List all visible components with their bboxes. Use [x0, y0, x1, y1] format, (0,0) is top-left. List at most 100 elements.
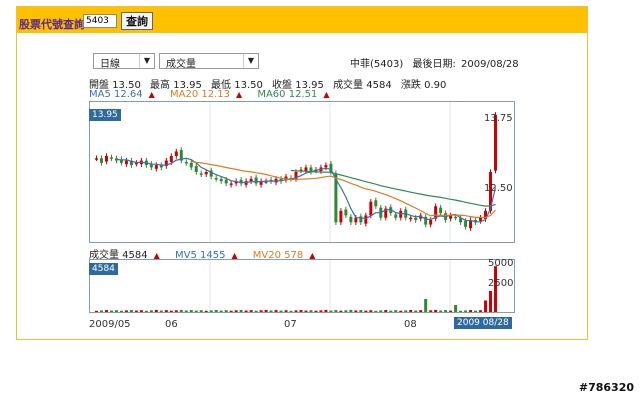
candle — [134, 162, 138, 165]
volume-bar — [169, 310, 173, 312]
volume-bar — [389, 310, 393, 312]
candle — [249, 178, 253, 182]
candle — [399, 210, 403, 218]
price-chart-panel — [89, 101, 515, 243]
volume-bar — [374, 310, 378, 312]
stock-header: 中菲(5403) 最後日期: 2009/08/28 — [350, 55, 525, 70]
volume-bar — [249, 310, 253, 312]
volume-bar — [234, 310, 238, 312]
candle — [184, 161, 188, 164]
volume-chart-panel — [89, 259, 515, 313]
volume-bar — [459, 310, 463, 312]
volume-bar — [464, 310, 468, 312]
volume-bar — [104, 310, 108, 312]
volume-bar — [304, 310, 308, 312]
volume-bar — [224, 310, 228, 312]
candle — [199, 173, 203, 175]
volume-bar — [184, 310, 188, 312]
volume-bar — [299, 310, 303, 312]
candle — [99, 158, 103, 163]
candle — [429, 220, 433, 225]
volume-bar — [94, 310, 98, 312]
price-chart — [94, 102, 498, 242]
candle — [369, 201, 373, 216]
candle — [414, 217, 418, 220]
candle — [214, 177, 218, 180]
up-arrow-icon: ▲ — [148, 90, 155, 99]
volume-bar — [194, 310, 198, 312]
volume-bar — [404, 310, 408, 312]
candle — [224, 179, 228, 184]
price-axis-label: 12.50 — [484, 183, 513, 194]
stock-chart-widget: 股票代號查詢 查詢 日線 ▼ 成交量 ▼ 中菲(5403) 最後日期: 2009… — [16, 6, 588, 340]
candle — [394, 214, 398, 218]
stock-code-input[interactable] — [83, 14, 117, 28]
candle — [104, 156, 108, 162]
volume-bar — [359, 310, 363, 312]
volume-bar — [479, 310, 483, 312]
candle — [354, 217, 358, 223]
volume-bar — [469, 310, 473, 312]
candle — [439, 207, 443, 214]
volume-bar — [419, 310, 423, 312]
ma5-value: MA5 12.64 — [89, 89, 143, 100]
volume-chart — [94, 260, 498, 312]
ma-legend: MA5 12.64 ▲ MA20 12.13 ▲ MA60 12.51 ▲ — [89, 89, 341, 100]
volume-bar — [339, 310, 343, 312]
volume-bar — [414, 310, 418, 312]
volume-bar — [334, 310, 338, 312]
candle — [124, 160, 128, 165]
volume-bar — [259, 310, 263, 312]
chevron-down-icon: ▼ — [139, 54, 154, 68]
volume-bar — [484, 300, 488, 312]
volume-bar — [274, 310, 278, 312]
query-toolbar: 股票代號查詢 查詢 — [17, 7, 587, 33]
candle — [189, 162, 193, 168]
volume-bar — [364, 310, 368, 312]
candle — [324, 165, 328, 168]
volume-bar — [289, 310, 293, 312]
chevron-down-icon: ▼ — [243, 54, 258, 68]
volume-bar — [254, 310, 258, 312]
volume-bar — [239, 309, 243, 312]
watermark: #786320 — [578, 381, 634, 394]
candle — [154, 165, 158, 169]
volume-axis-label: 2500 — [488, 278, 514, 289]
last-date: 2009/08/28 — [461, 59, 519, 70]
stock-name: 中菲(5403) — [350, 59, 404, 70]
period-select-value: 日線 — [100, 59, 120, 70]
volume-bar — [429, 310, 433, 312]
candle — [454, 216, 458, 219]
candle — [374, 200, 378, 207]
volume-bar — [219, 310, 223, 312]
indicator-select[interactable]: 成交量 ▼ — [159, 53, 259, 70]
candle — [194, 166, 198, 172]
volume-bar — [174, 310, 178, 312]
volume-bar — [309, 310, 313, 312]
volume-bar — [329, 310, 333, 312]
candle — [94, 158, 98, 160]
volume-bar — [149, 310, 153, 312]
price-tag: 13.95 — [89, 109, 121, 121]
volume-bar — [189, 310, 193, 312]
volume-axis-label: 5000 — [488, 258, 514, 269]
volume-bar — [209, 310, 213, 312]
volume-bar — [314, 310, 318, 312]
ma60-value: MA60 12.51 — [257, 89, 318, 100]
period-select[interactable]: 日線 ▼ — [93, 53, 155, 70]
volume-bar — [319, 310, 323, 312]
volume-bar — [134, 310, 138, 312]
query-button[interactable]: 查詢 — [121, 12, 153, 30]
change-value: 0.90 — [424, 80, 447, 91]
volume-bar — [244, 310, 248, 312]
candle — [409, 217, 413, 220]
volume-bar — [409, 309, 413, 312]
candle — [339, 210, 343, 223]
volume-bar — [494, 266, 498, 312]
volume-bar — [214, 310, 218, 312]
volume-bar — [284, 310, 288, 312]
volume-bar — [264, 309, 268, 312]
candle — [229, 183, 233, 185]
volume-bar — [489, 291, 493, 312]
volume-bar — [424, 299, 428, 312]
